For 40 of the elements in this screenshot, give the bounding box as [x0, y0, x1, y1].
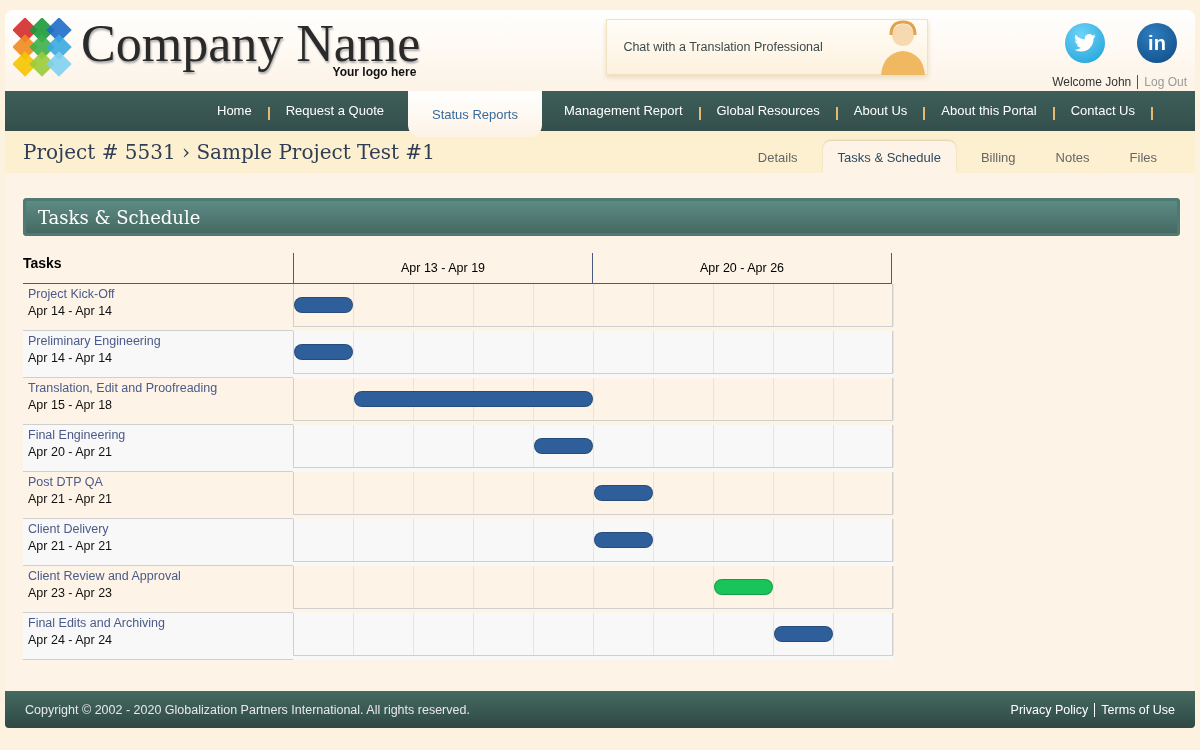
bird-icon — [1074, 34, 1096, 52]
nav-tab[interactable]: About this Portal — [925, 103, 1053, 118]
nav-tab[interactable]: Home — [201, 103, 268, 118]
task-link[interactable]: Translation, Edit and Proofreading — [28, 381, 288, 395]
task-dates: Apr 20 - Apr 21 — [28, 445, 114, 459]
project-breadcrumb: Project # 5531 › Sample Project Test #1 — [23, 140, 435, 164]
section-header: Tasks & Schedule — [23, 198, 1180, 236]
welcome-text: Welcome John — [1052, 75, 1139, 89]
logo-tagline: Your logo here — [332, 65, 417, 79]
section-tab[interactable]: Notes — [1040, 141, 1105, 173]
linkedin-button[interactable]: in — [1137, 23, 1177, 63]
footer-link[interactable]: Privacy Policy — [1010, 702, 1096, 717]
task-dates: Apr 21 - Apr 21 — [28, 492, 114, 506]
nav-tab[interactable]: About Us — [837, 103, 924, 118]
section-tab[interactable]: Billing — [965, 141, 1031, 173]
task-link[interactable]: Post DTP QA — [28, 475, 288, 489]
nav-tab[interactable]: Global Resources — [700, 103, 836, 118]
task-dates: Apr 21 - Apr 21 — [28, 539, 114, 553]
section-tab[interactable]: Details — [742, 141, 813, 173]
nav-tab[interactable]: Status Reports — [408, 91, 542, 137]
task-link[interactable]: Client Review and Approval — [28, 569, 288, 583]
task-link[interactable]: Preliminary Engineering — [28, 334, 288, 348]
task-dates: Apr 15 - Apr 18 — [28, 398, 114, 412]
nav-tab[interactable]: Management Report — [548, 103, 699, 118]
task-dates: Apr 14 - Apr 14 — [28, 304, 114, 318]
task-dates: Apr 24 - Apr 24 — [28, 633, 114, 647]
footer-link[interactable]: Terms of Use — [1095, 702, 1175, 717]
section-tab[interactable]: Files — [1114, 141, 1172, 173]
task-link[interactable]: Project Kick-Off — [28, 287, 288, 301]
section-tab[interactable]: Tasks & Schedule — [822, 141, 956, 173]
nav-tab[interactable]: Request a Quote — [269, 103, 400, 118]
chat-banner[interactable]: Chat with a Translation Professional — [606, 19, 929, 75]
copyright-text: Copyright © 2002 - 2020 Globalization Partners International. All rights reserved. — [25, 702, 470, 717]
task-dates: Apr 14 - Apr 14 — [28, 351, 114, 365]
nav-tab[interactable]: Contact Us — [1054, 103, 1151, 118]
twitter-button[interactable] — [1065, 23, 1105, 63]
task-link[interactable]: Client Delivery — [28, 522, 288, 536]
task-link[interactable]: Final Edits and Archiving — [28, 616, 288, 630]
task-link[interactable]: Final Engineering — [28, 428, 288, 442]
task-dates: Apr 23 - Apr 23 — [28, 586, 114, 600]
